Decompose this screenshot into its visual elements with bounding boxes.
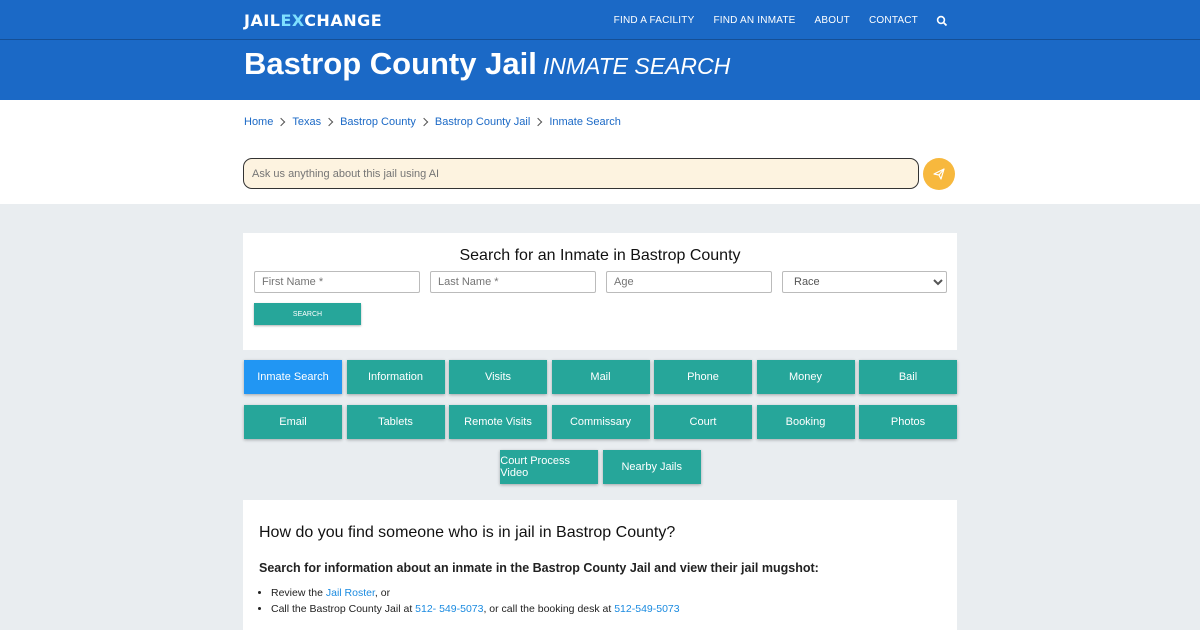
logo-text-e: E [280, 11, 292, 30]
logo-text-x: X [291, 11, 305, 30]
content-subheading: Search for information about an inmate i… [259, 561, 819, 575]
breadcrumb-county[interactable]: Bastrop County [340, 116, 416, 128]
nav-about[interactable]: ABOUT [815, 15, 850, 26]
booking-phone-link[interactable]: 512-549-5073 [614, 603, 679, 615]
page-title-text: Bastrop County Jail [244, 46, 537, 81]
button-row-2: Email Tablets Remote Visits Commissary C… [244, 405, 957, 439]
search-button[interactable]: Search [254, 303, 361, 325]
nav-contact[interactable]: CONTACT [869, 15, 918, 26]
button-row-1: Inmate Search Information Visits Mail Ph… [244, 360, 957, 394]
list-text: , or [374, 587, 391, 599]
main-nav: FIND A FACILITY FIND AN INMATE ABOUT CON… [595, 0, 948, 40]
top-navbar: JAILEXCHANGE FIND A FACILITY FIND AN INM… [0, 0, 1200, 40]
list-text: , or call the booking desk at [483, 603, 615, 615]
nav-find-inmate[interactable]: FIND AN INMATE [713, 15, 795, 26]
search-form-row: Race [254, 271, 947, 293]
breadcrumb-inmate-search[interactable]: Inmate Search [549, 116, 621, 128]
send-icon [933, 168, 945, 180]
tab-visits[interactable]: Visits [449, 360, 547, 394]
tab-phone[interactable]: Phone [654, 360, 752, 394]
breadcrumb-home[interactable]: Home [244, 116, 273, 128]
tab-money[interactable]: Money [756, 360, 855, 394]
chevron-right-icon [534, 117, 543, 127]
list-item: Review the Jail Roster, or [271, 587, 941, 599]
list-text: Call the Bastrop County Jail at [271, 603, 416, 615]
age-input[interactable] [606, 271, 772, 293]
last-name-input[interactable] [430, 271, 596, 293]
inmate-search-card: Search for an Inmate in Bastrop County R… [243, 233, 957, 350]
ai-question-input[interactable] [243, 158, 919, 189]
tab-inmate-search[interactable]: Inmate Search [244, 360, 342, 394]
jail-roster-link[interactable]: Jail Roster [326, 587, 375, 599]
topic-button-grid: Inmate Search Information Visits Mail Ph… [244, 360, 957, 495]
page-hero: Bastrop County Jail INMATE SEARCH [0, 40, 1200, 100]
chevron-right-icon [419, 117, 429, 127]
info-content-card: How do you find someone who is in jail i… [243, 500, 957, 630]
breadcrumb-texas[interactable]: Texas [292, 116, 321, 128]
breadcrumb-jail[interactable]: Bastrop County Jail [435, 116, 530, 128]
logo-text-change: CHANGE [304, 11, 383, 30]
nav-find-facility[interactable]: FIND A FACILITY [614, 15, 695, 26]
tab-photos[interactable]: Photos [859, 405, 957, 439]
tab-bail[interactable]: Bail [859, 360, 957, 394]
search-card-title: Search for an Inmate in Bastrop County [459, 247, 741, 264]
site-logo[interactable]: JAILEXCHANGE [244, 11, 382, 30]
breadcrumb: Home Texas Bastrop County Bastrop County… [244, 116, 621, 128]
tab-court[interactable]: Court [654, 405, 752, 439]
chevron-right-icon [277, 117, 286, 127]
tab-mail[interactable]: Mail [551, 360, 650, 394]
button-row-3: Court Process Video Nearby Jails [244, 450, 957, 484]
tab-tablets[interactable]: Tablets [346, 405, 445, 439]
chevron-right-icon [324, 117, 334, 127]
content-heading: How do you find someone who is in jail i… [259, 524, 676, 541]
tab-commissary[interactable]: Commissary [551, 405, 650, 439]
list-text: Review the [271, 587, 326, 599]
info-list: Review the Jail Roster, or Call the Bast… [259, 587, 941, 615]
ai-send-button[interactable] [923, 158, 955, 190]
tab-booking[interactable]: Booking [756, 405, 855, 439]
search-icon[interactable] [936, 14, 948, 27]
tab-nearby-jails[interactable]: Nearby Jails [602, 450, 701, 484]
first-name-input[interactable] [254, 271, 420, 293]
page-subtitle: INMATE SEARCH [542, 53, 731, 79]
tab-court-process-video[interactable]: Court Process Video [500, 450, 599, 484]
breadcrumb-ai-section: Home Texas Bastrop County Bastrop County… [0, 100, 1200, 204]
race-select[interactable]: Race [782, 271, 947, 293]
tab-email[interactable]: Email [244, 405, 342, 439]
logo-text-jail: JAIL [244, 11, 281, 30]
tab-information[interactable]: Information [346, 360, 445, 394]
tab-remote-visits[interactable]: Remote Visits [449, 405, 547, 439]
list-item: Call the Bastrop County Jail at 512- 549… [271, 603, 941, 615]
page-title: Bastrop County Jail INMATE SEARCH [244, 46, 730, 82]
jail-phone-link[interactable]: 512- 549-5073 [415, 603, 483, 615]
